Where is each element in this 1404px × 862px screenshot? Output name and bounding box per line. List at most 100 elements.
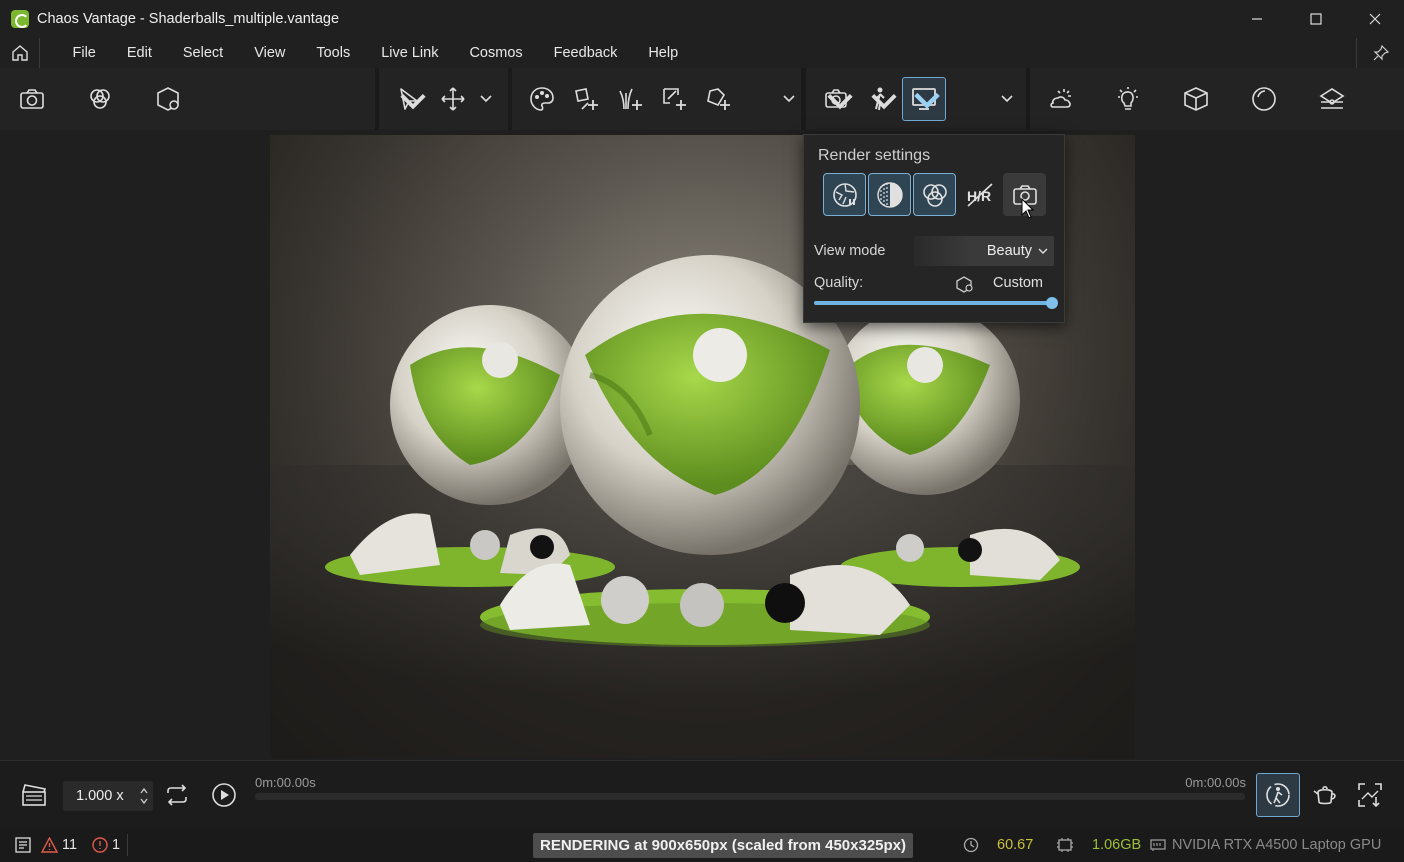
render-settings-popup: Render settings H/R View mode Beauty Qua… <box>803 134 1065 323</box>
toolbar-group-view <box>806 68 1026 130</box>
animation-editor-button[interactable] <box>14 775 54 815</box>
menu-feedback[interactable]: Feedback <box>538 38 633 68</box>
gpu-indicator: NVIDIA RTX A4500 Laptop GPU <box>1150 828 1381 862</box>
maximize-icon <box>1309 13 1322 25</box>
view-mode-label: View mode <box>814 243 886 259</box>
log-button[interactable] <box>15 837 31 853</box>
add-geometry-button[interactable] <box>564 77 608 121</box>
status-divider <box>127 834 128 856</box>
chevron-down-icon <box>783 95 795 103</box>
menu-file[interactable]: File <box>57 38 111 68</box>
live-update-button[interactable] <box>1256 773 1300 817</box>
camera-view-button[interactable] <box>814 77 858 121</box>
gpu-memory-icon <box>1057 838 1073 852</box>
home-icon <box>11 45 28 61</box>
playback-speed-value: 1.000 x <box>76 788 124 804</box>
lighting-icon <box>1118 87 1138 110</box>
render-settings-buttons: H/R <box>823 173 1046 216</box>
environment-icon <box>1050 89 1071 108</box>
playback-speed-field[interactable]: 1.000 x <box>63 781 153 811</box>
view-mode-value: Beauty <box>986 243 1032 259</box>
teapot-button[interactable] <box>1305 775 1345 815</box>
render-settings-button[interactable] <box>146 77 190 121</box>
add-decal-icon <box>663 88 686 110</box>
move-tool-button[interactable] <box>431 77 475 121</box>
add-scatter-button[interactable] <box>608 77 652 121</box>
chevron-down-icon <box>480 95 492 103</box>
chevron-down-icon <box>827 94 853 110</box>
render-elements-button[interactable] <box>78 77 122 121</box>
sphere-button[interactable] <box>1242 77 1286 121</box>
walk-mode-button[interactable] <box>858 77 902 121</box>
gpu-name: NVIDIA RTX A4500 Laptop GPU <box>1172 837 1382 853</box>
transform-dropdown[interactable] <box>475 77 497 121</box>
add-light-button[interactable] <box>696 77 740 121</box>
spinner-arrows-icon[interactable] <box>139 785 149 807</box>
menu-live-link[interactable]: Live Link <box>366 38 454 68</box>
toolbar-group-scene <box>512 68 801 130</box>
quality-slider-thumb[interactable] <box>1046 297 1058 309</box>
warnings-indicator[interactable]: 11 <box>41 837 77 853</box>
scene-dropdown[interactable] <box>778 77 800 121</box>
gpu-card-icon <box>1150 839 1166 851</box>
render-mode-button[interactable] <box>823 173 866 216</box>
exposure-button[interactable] <box>868 173 911 216</box>
environment-button[interactable] <box>1038 77 1082 121</box>
chevron-down-icon <box>914 92 940 109</box>
hdr-toggle-button[interactable]: H/R <box>958 173 1001 216</box>
select-tool-button[interactable] <box>387 77 431 121</box>
quality-preset-icon[interactable] <box>954 275 974 293</box>
exposure-icon <box>876 181 903 208</box>
render-settings-icon <box>157 87 179 111</box>
menu-bar: File Edit Select View Tools Live Link Co… <box>0 38 1404 68</box>
clapperboard-icon <box>22 784 47 806</box>
layers-icon <box>1319 88 1345 109</box>
mouse-cursor-icon <box>1021 198 1035 219</box>
home-button[interactable] <box>0 38 40 68</box>
menu-edit[interactable]: Edit <box>111 38 167 68</box>
menu-help[interactable]: Help <box>633 38 694 68</box>
minimize-button[interactable] <box>1227 0 1286 38</box>
maximize-button[interactable] <box>1286 0 1345 38</box>
menu-tools[interactable]: Tools <box>301 38 366 68</box>
memory-indicator: 1.06GB <box>1056 828 1141 862</box>
pin-button[interactable] <box>1356 38 1404 68</box>
fit-view-button[interactable] <box>1350 775 1390 815</box>
viewport[interactable] <box>0 130 1404 760</box>
play-button[interactable] <box>204 775 244 815</box>
viewport-display-button[interactable] <box>902 77 946 121</box>
chevron-down-icon <box>871 94 897 110</box>
add-decal-button[interactable] <box>652 77 696 121</box>
view-mode-select[interactable]: Beauty <box>914 236 1054 266</box>
timeline-start-time: 0m:00.00s <box>255 775 316 790</box>
warning-count: 11 <box>62 837 78 853</box>
denoiser-button[interactable] <box>913 173 956 216</box>
lighting-button[interactable] <box>1106 77 1150 121</box>
loop-button[interactable] <box>157 775 197 815</box>
window-controls <box>1227 0 1404 38</box>
warning-icon <box>41 837 58 853</box>
quality-slider[interactable] <box>814 297 1058 309</box>
object-button[interactable] <box>1174 77 1218 121</box>
menu-view[interactable]: View <box>239 38 301 68</box>
timeline-bar: 1.000 x 0m:00.00s 0m:00.00s <box>0 760 1404 828</box>
live-update-icon <box>1266 783 1290 807</box>
menu-cosmos[interactable]: Cosmos <box>454 38 538 68</box>
render-settings-title: Render settings <box>818 147 931 164</box>
view-dropdown[interactable] <box>996 77 1018 121</box>
error-count: 1 <box>112 837 121 853</box>
materials-button[interactable] <box>520 77 564 121</box>
render-image-button[interactable] <box>10 77 54 121</box>
timeline-scrubber[interactable] <box>255 793 1245 800</box>
close-button[interactable] <box>1345 0 1404 38</box>
memory-value: 1.06GB <box>1092 837 1142 853</box>
layers-button[interactable] <box>1310 77 1354 121</box>
chevron-down-icon <box>1038 248 1048 254</box>
material-palette-icon <box>530 87 554 111</box>
quality-label: Quality: <box>814 275 864 291</box>
pin-icon <box>1373 45 1389 61</box>
errors-indicator[interactable]: 1 <box>92 837 120 853</box>
teapot-icon <box>1313 785 1336 805</box>
loop-icon <box>167 784 187 806</box>
menu-select[interactable]: Select <box>167 38 238 68</box>
